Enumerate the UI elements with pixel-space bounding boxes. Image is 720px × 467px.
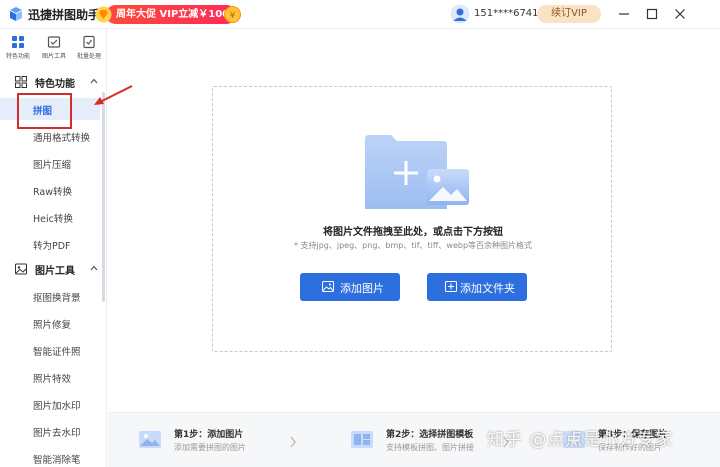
maximize-icon[interactable] (644, 6, 660, 22)
sidebar-item-label: 通用格式转换 (33, 133, 91, 144)
sidebar-item-photo-repair[interactable]: 照片修复 (0, 312, 100, 334)
add-folder-label: 添加文件夹 (460, 282, 515, 295)
image-icon (322, 281, 334, 292)
coin-icon: ¥ (224, 6, 241, 23)
sidebar-item-label: 抠图换背景 (33, 293, 81, 304)
sidebar-item-effects[interactable]: 照片特效 (0, 366, 100, 388)
svg-text:¥: ¥ (230, 11, 236, 21)
diamond-icon (95, 6, 112, 23)
step-2-desc: 支持模板拼图、图片拼接 (386, 443, 474, 452)
avatar[interactable] (450, 4, 470, 24)
sidebar-item-label: Raw转换 (33, 187, 72, 198)
sidebar-item-remove-watermark[interactable]: 图片去水印 (0, 420, 100, 442)
close-icon[interactable] (672, 6, 688, 22)
topnav-feature-label: 特色功能 (5, 53, 30, 60)
feature-grid-icon (15, 76, 27, 88)
section-tools-header[interactable]: 图片工具 (0, 258, 100, 280)
sidebar-item-id-photo[interactable]: 智能证件照 (0, 339, 100, 361)
drop-zone-title: 将图片文件拖拽至此处，或点击下方按钮 (323, 227, 503, 238)
image-tools-icon (47, 36, 61, 48)
section-feature-header[interactable]: 特色功能 (0, 71, 100, 93)
topnav-image-tools-label: 图片工具 (41, 53, 66, 60)
arrow-annotation-icon (94, 85, 133, 105)
sidebar-scrollbar[interactable] (102, 92, 105, 302)
step-1-desc: 添加需要拼图的图片 (174, 443, 246, 452)
drop-zone[interactable]: 将图片文件拖拽至此处，或点击下方按钮 * 支持jpg、jpeg、png、bmp、… (212, 86, 612, 352)
sidebar-item-eraser[interactable]: 智能消除笔 (0, 447, 100, 467)
sidebar-item-label: 转为PDF (33, 241, 71, 252)
title-bar: 迅捷拼图助手 周年大促 VIP立减￥100 ¥ 151****6741 续订VI… (0, 0, 720, 29)
sidebar-item-label: 智能证件照 (33, 347, 81, 358)
sidebar-item-heic[interactable]: Heic转换 (0, 206, 100, 228)
chevron-up-icon (90, 265, 98, 271)
step-add-image-icon (139, 431, 161, 448)
sidebar-item-label: 图片加水印 (33, 401, 81, 412)
add-image-label: 添加图片 (340, 282, 384, 295)
sidebar-item-label: 图片压缩 (33, 160, 72, 171)
sidebar-item-label: Heic转换 (33, 214, 73, 225)
sidebar-item-label: 智能消除笔 (33, 455, 81, 466)
batch-icon (83, 35, 95, 49)
sidebar-item-label: 图片去水印 (33, 428, 81, 439)
sidebar-top-nav: 特色功能 图片工具 批量处理 (0, 29, 107, 69)
grid-icon (12, 36, 24, 48)
step-template-icon (351, 431, 373, 448)
topnav-feature[interactable]: 特色功能 (0, 33, 36, 69)
topnav-batch-label: 批量处理 (76, 53, 101, 60)
renew-vip-button[interactable]: 续订VIP (537, 5, 601, 23)
minimize-icon[interactable] (616, 6, 632, 22)
app-logo-icon (10, 7, 22, 21)
folder-upload-icon (279, 135, 549, 219)
sidebar-item-raw[interactable]: Raw转换 (0, 179, 100, 201)
topnav-batch[interactable]: 批量处理 (71, 33, 107, 69)
section-feature-label: 特色功能 (35, 79, 75, 90)
sidebar-item-pdf[interactable]: 转为PDF (0, 233, 100, 255)
user-phone[interactable]: 151****6741 (474, 8, 539, 19)
sidebar-item-cutout[interactable]: 抠图换背景 (0, 285, 100, 307)
step-2-title: 第2步：选择拼图模板 (386, 430, 474, 440)
app-title: 迅捷拼图助手 (28, 8, 101, 22)
topnav-image-tools[interactable]: 图片工具 (36, 33, 72, 69)
add-image-button[interactable]: 添加图片 (300, 273, 400, 301)
add-folder-button[interactable]: 添加文件夹 (427, 273, 527, 301)
sidebar-item-label: 照片修复 (33, 320, 72, 331)
drop-zone-subtitle: * 支持jpg、jpeg、png、bmp、tif、tiff、webp等百余种图片… (293, 241, 533, 250)
sidebar-item-compress[interactable]: 图片压缩 (0, 152, 100, 174)
sidebar-item-add-watermark[interactable]: 图片加水印 (0, 393, 100, 415)
highlight-box (17, 93, 72, 129)
step-1-title: 第1步：添加图片 (174, 430, 244, 440)
sidebar-item-label: 照片特效 (33, 374, 72, 385)
promo-banner[interactable]: 周年大促 VIP立减￥100 (106, 5, 236, 24)
chevron-right-icon (290, 436, 296, 448)
watermark: 知乎 @点点是小方专家 (487, 430, 674, 450)
add-folder-icon (445, 281, 457, 292)
section-tools-label: 图片工具 (35, 266, 75, 277)
image-tools-section-icon (15, 263, 27, 275)
